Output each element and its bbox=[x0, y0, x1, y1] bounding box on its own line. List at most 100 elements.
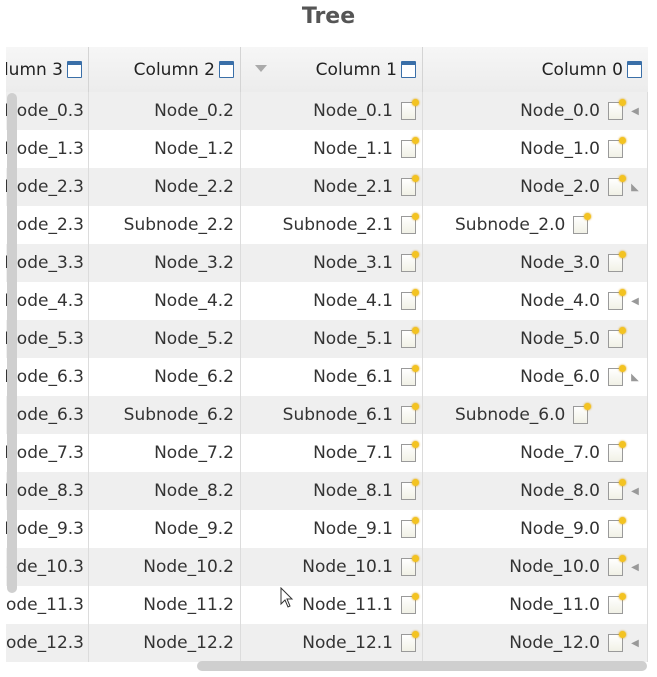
tree-row[interactable]: Node_5.3 Node_5.2 Node_5.1 Node_5.0 bbox=[6, 320, 648, 358]
expander-icon[interactable]: ◀ bbox=[629, 638, 641, 649]
expander-icon[interactable]: ◣ bbox=[629, 372, 641, 383]
tree-cell[interactable]: Subnode_2.3 bbox=[6, 206, 89, 244]
tree-cell[interactable]: Node_3.3 bbox=[6, 244, 89, 282]
note-icon bbox=[401, 593, 419, 614]
note-icon bbox=[608, 593, 626, 614]
horizontal-scrollbar[interactable] bbox=[197, 661, 647, 671]
cell-text: Subnode_2.0 bbox=[455, 215, 566, 235]
tree-cell[interactable]: Node_0.0 ◀ bbox=[423, 92, 648, 130]
tree-cell[interactable]: Node_12.3 bbox=[6, 624, 89, 662]
tree-cell[interactable]: Node_0.1 bbox=[241, 92, 423, 130]
tree-cell[interactable]: Node_6.2 bbox=[89, 358, 241, 396]
tree-row[interactable]: Node_11.3 Node_11.2 Node_11.1 Node_11.0 bbox=[6, 586, 648, 624]
tree-cell[interactable]: Node_7.3 bbox=[6, 434, 89, 472]
cell-text: Node_9.3 bbox=[6, 519, 84, 539]
tree-cell[interactable]: Node_3.1 bbox=[241, 244, 423, 282]
tree-cell[interactable]: Node_6.1 bbox=[241, 358, 423, 396]
tree-cell[interactable]: Node_1.1 bbox=[241, 130, 423, 168]
tree-cell[interactable]: Node_5.3 bbox=[6, 320, 89, 358]
cell-text: Node_9.2 bbox=[154, 519, 234, 539]
tree-row[interactable]: Node_3.3 Node_3.2 Node_3.1 Node_3.0 bbox=[6, 244, 648, 282]
tree-row[interactable]: Node_1.3 Node_1.2 Node_1.1 Node_1.0 bbox=[6, 130, 648, 168]
tree-row[interactable]: Node_6.3 Node_6.2 Node_6.1 Node_6.0 ◣ bbox=[6, 358, 648, 396]
tree-cell[interactable]: Node_12.0 ◀ bbox=[423, 624, 648, 662]
tree-cell[interactable]: Subnode_6.1 bbox=[241, 396, 423, 434]
tree-cell[interactable]: Node_4.0 ◀ bbox=[423, 282, 648, 320]
cell-text: Node_8.1 bbox=[313, 481, 393, 501]
vertical-scrollbar[interactable] bbox=[7, 93, 17, 593]
tree-cell[interactable]: Node_11.3 bbox=[6, 586, 89, 624]
tree-cell[interactable]: Node_3.0 bbox=[423, 244, 648, 282]
tree-cell[interactable]: Subnode_6.0 bbox=[423, 396, 648, 434]
tree-cell[interactable]: Node_1.0 bbox=[423, 130, 648, 168]
tree-cell[interactable]: Node_5.2 bbox=[89, 320, 241, 358]
tree-cell[interactable]: Node_12.2 bbox=[89, 624, 241, 662]
tree-cell[interactable]: Node_8.3 bbox=[6, 472, 89, 510]
tree-cell[interactable]: Node_7.0 bbox=[423, 434, 648, 472]
tree-cell[interactable]: Node_4.3 bbox=[6, 282, 89, 320]
tree-cell[interactable]: Node_4.1 bbox=[241, 282, 423, 320]
tree-cell[interactable]: Node_11.0 bbox=[423, 586, 648, 624]
tree-row[interactable]: Subnode_6.3 Subnode_6.2 Subnode_6.1 Subnode… bbox=[6, 396, 648, 434]
tree-cell[interactable]: Node_7.1 bbox=[241, 434, 423, 472]
note-icon bbox=[401, 479, 419, 500]
tree-cell[interactable]: Node_8.1 bbox=[241, 472, 423, 510]
tree-cell[interactable]: Node_9.0 bbox=[423, 510, 648, 548]
tree-cell[interactable]: Subnode_2.0 bbox=[423, 206, 648, 244]
tree-cell[interactable]: Node_8.2 bbox=[89, 472, 241, 510]
tree-cell[interactable]: Node_6.3 bbox=[6, 358, 89, 396]
column-header-1[interactable]: Column 1 bbox=[241, 47, 423, 92]
tree-cell[interactable]: Node_8.0 ◀ bbox=[423, 472, 648, 510]
tree-cell[interactable]: Node_11.1 bbox=[241, 586, 423, 624]
tree-row[interactable]: Node_8.3 Node_8.2 Node_8.1 Node_8.0 ◀ bbox=[6, 472, 648, 510]
tree-cell[interactable]: Node_9.3 bbox=[6, 510, 89, 548]
tree-row[interactable]: Node_9.3 Node_9.2 Node_9.1 Node_9.0 bbox=[6, 510, 648, 548]
tree-cell[interactable]: Subnode_6.2 bbox=[89, 396, 241, 434]
tree-cell[interactable]: Node_2.1 bbox=[241, 168, 423, 206]
tree-row[interactable]: Node_12.3 Node_12.2 Node_12.1 Node_12.0 ◀ bbox=[6, 624, 648, 662]
tree-cell[interactable]: Node_5.1 bbox=[241, 320, 423, 358]
tree-cell[interactable]: Node_9.1 bbox=[241, 510, 423, 548]
tree-cell[interactable]: Subnode_6.3 bbox=[6, 396, 89, 434]
expander-icon[interactable]: ◀ bbox=[629, 296, 641, 307]
tree-cell[interactable]: Node_1.2 bbox=[89, 130, 241, 168]
column-header-3[interactable]: Column 3 bbox=[6, 47, 89, 92]
tree-row[interactable]: Node_10.3 Node_10.2 Node_10.1 Node_10.0 ◀ bbox=[6, 548, 648, 586]
tree-row[interactable]: Node_2.3 Node_2.2 Node_2.1 Node_2.0 ◣ bbox=[6, 168, 648, 206]
tree-cell[interactable]: Node_5.0 bbox=[423, 320, 648, 358]
tree-cell[interactable]: Node_2.0 ◣ bbox=[423, 168, 648, 206]
column-header-0[interactable]: Column 0 bbox=[423, 47, 648, 92]
tree-row[interactable]: Node_7.3 Node_7.2 Node_7.1 Node_7.0 bbox=[6, 434, 648, 472]
tree-cell[interactable]: Node_2.3 bbox=[6, 168, 89, 206]
tree-cell[interactable]: Node_9.2 bbox=[89, 510, 241, 548]
tree-row[interactable]: Subnode_2.3 Subnode_2.2 Subnode_2.1 Subnode… bbox=[6, 206, 648, 244]
tree-table[interactable]: Column 3 Column 2 Column 1 Column 0 Node… bbox=[6, 47, 648, 670]
window-title: Tree bbox=[301, 4, 356, 29]
tree-cell[interactable]: Node_12.1 bbox=[241, 624, 423, 662]
tree-row[interactable]: Node_4.3 Node_4.2 Node_4.1 Node_4.0 ◀ bbox=[6, 282, 648, 320]
expander-icon[interactable]: ◀ bbox=[629, 486, 641, 497]
tree-row[interactable]: Node_0.3 Node_0.2 Node_0.1 Node_0.0 ◀ bbox=[6, 92, 648, 130]
expander-icon[interactable]: ◀ bbox=[629, 562, 641, 573]
cell-text: Node_3.3 bbox=[6, 253, 84, 273]
cell-text: Node_4.0 bbox=[520, 291, 600, 311]
tree-cell[interactable]: Node_2.2 bbox=[89, 168, 241, 206]
tree-cell[interactable]: Node_10.1 bbox=[241, 548, 423, 586]
expander-icon[interactable]: ◣ bbox=[629, 182, 641, 193]
tree-cell[interactable]: Node_0.3 bbox=[6, 92, 89, 130]
tree-cell[interactable]: Subnode_2.1 bbox=[241, 206, 423, 244]
tree-cell[interactable]: Node_1.3 bbox=[6, 130, 89, 168]
tree-cell[interactable]: Node_11.2 bbox=[89, 586, 241, 624]
column-header-2[interactable]: Column 2 bbox=[89, 47, 241, 92]
tree-cell[interactable]: Node_4.2 bbox=[89, 282, 241, 320]
expander-icon[interactable]: ◀ bbox=[629, 106, 641, 117]
tree-cell[interactable]: Node_0.2 bbox=[89, 92, 241, 130]
tree-cell[interactable]: Node_6.0 ◣ bbox=[423, 358, 648, 396]
tree-cell[interactable]: Node_7.2 bbox=[89, 434, 241, 472]
tree-cell[interactable]: Node_10.2 bbox=[89, 548, 241, 586]
tree-cell[interactable]: Node_3.2 bbox=[89, 244, 241, 282]
tree-cell[interactable]: Node_10.0 ◀ bbox=[423, 548, 648, 586]
cell-text: Node_10.2 bbox=[143, 557, 234, 577]
tree-cell[interactable]: Node_10.3 bbox=[6, 548, 89, 586]
tree-cell[interactable]: Subnode_2.2 bbox=[89, 206, 241, 244]
